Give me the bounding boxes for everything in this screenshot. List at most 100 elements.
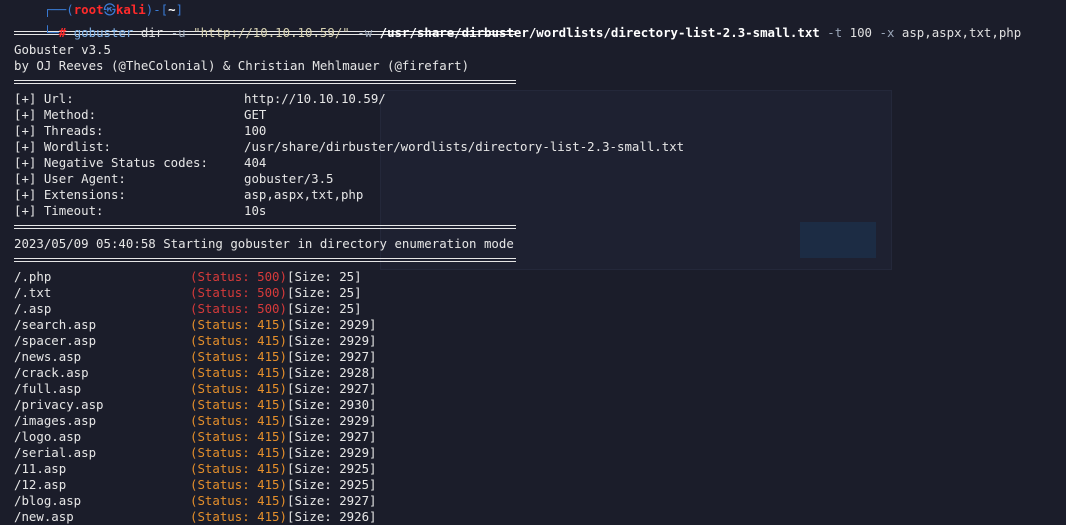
result-row: /12.asp (Status: 415) [Size: 2925] [14,477,1066,493]
separator [14,258,516,262]
result-status: (Status: 415) [190,429,287,444]
result-size: [Size: 25] [286,269,362,284]
result-status: (Status: 415) [190,477,287,492]
config-row: [+] Method: GET [14,107,1066,123]
result-size: [Size: 2927] [286,429,377,444]
result-size: [Size: 2927] [286,381,377,396]
result-size: [Size: 2927] [286,349,377,364]
result-row: /.asp (Status: 500) [Size: 25] [14,301,1066,317]
result-row: /spacer.asp (Status: 415) [Size: 2929] [14,333,1066,349]
result-row: /blog.asp (Status: 415) [Size: 2927] [14,493,1066,509]
config-value: gobuster/3.5 [244,171,334,186]
result-size: [Size: 2930] [286,397,377,412]
flag-x: -x [879,25,895,40]
result-row: /privacy.asp (Status: 415) [Size: 2930] [14,397,1066,413]
command-sub: dir [140,25,164,40]
config-row: [+] Extensions: asp,aspx,txt,php [14,187,1066,203]
command-extensions: asp,aspx,txt,php [901,25,1022,40]
flag-u: -u [170,25,186,40]
flag-w: -w [357,25,373,40]
config-key: [+] Threads: [14,123,104,138]
config-row: [+] Url: http://10.10.10.59/ [14,91,1066,107]
result-status: (Status: 415) [190,397,287,412]
config-row: [+] Negative Status codes: 404 [14,155,1066,171]
config-key: [+] Extensions: [14,187,126,202]
config-row: [+] Threads: 100 [14,123,1066,139]
result-row: /11.asp (Status: 415) [Size: 2925] [14,461,1066,477]
result-status: (Status: 415) [190,413,287,428]
result-path: /.txt [14,285,52,300]
config-key: [+] Wordlist: [14,139,111,154]
banner-title: Gobuster v3.5 [14,42,111,57]
prompt-bracket: )-[ [145,2,169,17]
prompt-host: kali [115,2,146,17]
result-size: [Size: 2929] [286,445,377,460]
config-list: [+] Url: http://10.10.10.59/ [+] Method: G… [14,91,1066,219]
result-status: (Status: 415) [190,461,287,476]
result-status: (Status: 415) [190,381,287,396]
config-value: 100 [244,123,267,138]
config-key: [+] Url: [14,91,74,106]
config-key: [+] Timeout: [14,203,104,218]
result-row: /logo.asp (Status: 415) [Size: 2927] [14,429,1066,445]
result-path: /images.asp [14,413,97,428]
result-path: /news.asp [14,349,82,364]
result-size: [Size: 25] [286,285,362,300]
config-row: [+] Timeout: 10s [14,203,1066,219]
terminal-output: ┌──(root㉿kali)-[~] └─# gobuster dir -u "… [14,0,1066,525]
result-row: /full.asp (Status: 415) [Size: 2927] [14,381,1066,397]
result-row: /news.asp (Status: 415) [Size: 2927] [14,349,1066,365]
result-status: (Status: 500) [190,301,287,316]
result-size: [Size: 2928] [286,365,377,380]
result-row: /crack.asp (Status: 415) [Size: 2928] [14,365,1066,381]
result-path: /.php [14,269,52,284]
result-size: [Size: 2929] [286,333,377,348]
results-list: /.php (Status: 500) [Size: 25] /.txt (Statu… [14,269,1066,525]
result-size: [Size: 25] [286,301,362,316]
result-status: (Status: 415) [190,445,287,460]
result-status: (Status: 415) [190,493,287,508]
result-size: [Size: 2925] [286,477,377,492]
config-key: [+] User Agent: [14,171,126,186]
result-path: /logo.asp [14,429,82,444]
result-row: /.php (Status: 500) [Size: 25] [14,269,1066,285]
result-status: (Status: 500) [190,285,287,300]
result-row: /serial.asp (Status: 415) [Size: 2929] [14,445,1066,461]
result-size: [Size: 2929] [286,317,377,332]
prompt-header: ┌──(root㉿kali)-[~] [14,0,1066,15]
config-key: [+] Negative Status codes: [14,155,208,170]
separator [14,225,516,229]
prompt-dir: ~ [168,2,176,17]
result-path: /spacer.asp [14,333,97,348]
result-status: (Status: 415) [190,333,287,348]
config-value: http://10.10.10.59/ [244,91,386,106]
prompt-hash: # [58,25,67,40]
result-row: /search.asp (Status: 415) [Size: 2929] [14,317,1066,333]
result-status: (Status: 415) [190,365,287,380]
start-message: 2023/05/09 05:40:58 Starting gobuster in… [14,236,514,251]
command-threads: 100 [849,25,873,40]
result-status: (Status: 500) [190,269,287,284]
result-path: /12.asp [14,477,67,492]
result-size: [Size: 2927] [286,493,377,508]
prompt-at: ㉿ [103,2,116,17]
prompt-corner: ┌──( [43,2,74,17]
prompt-corner-bottom: └─ [43,25,59,40]
separator [14,80,516,84]
config-key: [+] Method: [14,107,97,122]
config-value: 10s [244,203,267,218]
result-size: [Size: 2925] [286,461,377,476]
prompt-bracket-end: ] [175,2,184,17]
result-path: /serial.asp [14,445,97,460]
result-status: (Status: 415) [190,317,287,332]
config-value: 404 [244,155,267,170]
config-value: GET [244,107,267,122]
command-url: "http://10.10.10.59/" [193,25,350,40]
result-path: /crack.asp [14,365,89,380]
flag-t: -t [827,25,843,40]
command-wordlist: /usr/share/dirbuster/wordlists/directory… [379,25,820,40]
result-status: (Status: 415) [190,349,287,364]
config-value: /usr/share/dirbuster/wordlists/directory… [244,139,685,154]
result-path: /.asp [14,301,52,316]
result-row: /images.asp (Status: 415) [Size: 2929] [14,413,1066,429]
